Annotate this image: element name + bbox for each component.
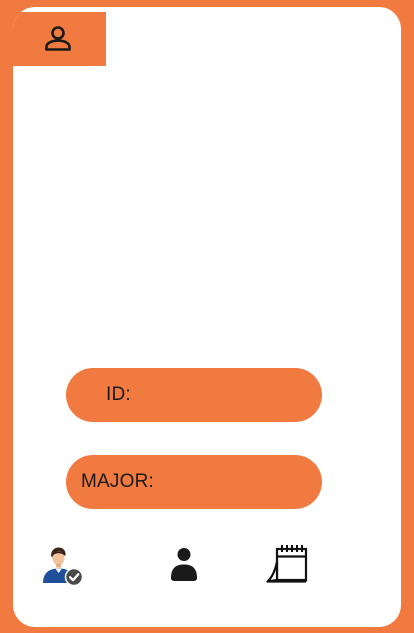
bottom-navigation (13, 539, 401, 589)
nav-user[interactable] (165, 545, 201, 583)
nav-verified-profile[interactable] (39, 543, 87, 587)
major-label: MAJOR: (81, 471, 154, 492)
verified-user-icon (43, 547, 84, 587)
calendar-icon (266, 545, 308, 583)
user-icon (171, 548, 197, 581)
major-field: MAJOR: (66, 455, 322, 509)
id-field: ID: (66, 368, 322, 422)
nav-calendar[interactable] (264, 543, 310, 585)
person-outline-icon (44, 26, 71, 51)
profile-card: ID: MAJOR: (13, 7, 401, 627)
profile-tab-button[interactable] (13, 12, 106, 66)
id-label: ID: (106, 384, 131, 405)
